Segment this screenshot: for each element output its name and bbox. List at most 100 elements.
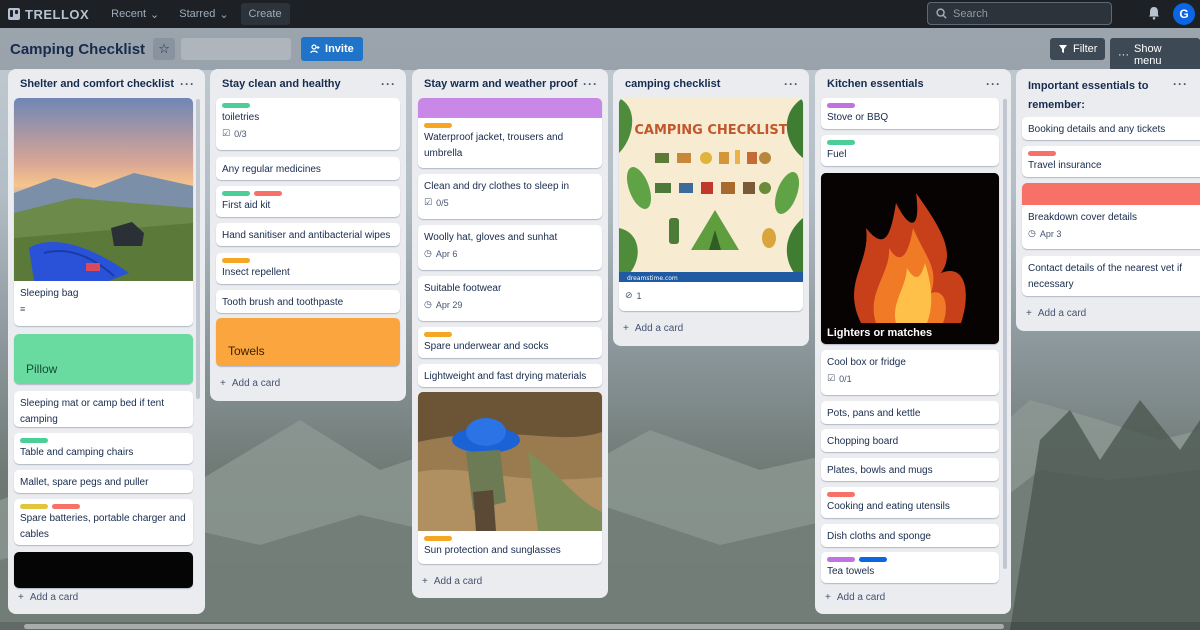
- card-lighters[interactable]: Lighters or matches: [821, 173, 999, 344]
- card-vet[interactable]: Contact details of the nearest vet if ne…: [1022, 256, 1200, 296]
- scrollbar-thumb[interactable]: [24, 624, 1004, 629]
- list-title[interactable]: Shelter and comfort checklist: [20, 78, 174, 90]
- card-camping-poster[interactable]: CAMPING CHECKLIST dreamstime.com ⊘ 1: [619, 98, 803, 311]
- card-title: Breakdown cover details: [1028, 212, 1137, 223]
- card-pillow[interactable]: Pillow: [14, 334, 193, 384]
- add-card-label: Add a card: [836, 592, 886, 603]
- card-tea-towels[interactable]: Tea towels: [821, 552, 999, 583]
- nav-recent-label: Recent: [111, 8, 147, 20]
- card-insect[interactable]: Insect repellent: [216, 253, 400, 284]
- label-green[interactable]: [20, 438, 48, 443]
- card-labels: [216, 253, 400, 263]
- plus-icon: +: [422, 576, 428, 587]
- create-button[interactable]: Create: [240, 3, 290, 25]
- card-chairs[interactable]: Table and camping chairs: [14, 433, 193, 464]
- list-title[interactable]: Stay clean and healthy: [222, 78, 341, 90]
- label-yellow[interactable]: [20, 504, 48, 509]
- list-menu-icon[interactable]: ···: [381, 77, 396, 91]
- filter-button[interactable]: Filter: [1050, 38, 1106, 60]
- card-dish[interactable]: Dish cloths and sponge: [821, 524, 999, 547]
- add-card-button[interactable]: + Add a card: [18, 592, 78, 603]
- sleeping-bag-photo: [14, 98, 193, 281]
- card-insurance[interactable]: Travel insurance: [1022, 146, 1200, 177]
- card-woolly-hat[interactable]: Woolly hat, gloves and sunhat ◷ Apr 6: [418, 225, 602, 270]
- add-card-button[interactable]: + Add a card: [220, 378, 280, 389]
- list-title[interactable]: Stay warm and weather proof: [424, 78, 577, 90]
- notifications-bell-icon[interactable]: [1148, 6, 1160, 20]
- card-sleeping-bag[interactable]: Sleeping bag ≡: [14, 98, 193, 326]
- card-meta: ≡: [14, 302, 193, 314]
- card-toothbrush[interactable]: Tooth brush and toothpaste: [216, 290, 400, 313]
- label-green[interactable]: [222, 103, 250, 108]
- checklist-icon: ☑: [827, 373, 836, 383]
- card-towels[interactable]: Towels: [216, 318, 400, 366]
- label-orange[interactable]: [222, 258, 250, 263]
- label-red[interactable]: [254, 191, 282, 196]
- label-red[interactable]: [827, 492, 855, 497]
- card-black-cover[interactable]: [14, 552, 193, 588]
- attachment-count: 1: [636, 290, 642, 301]
- card-first-aid[interactable]: First aid kit: [216, 186, 400, 217]
- card-title: Booking details and any tickets: [1028, 124, 1166, 135]
- label-orange[interactable]: [424, 536, 452, 541]
- user-avatar[interactable]: G: [1173, 3, 1195, 25]
- show-menu-button[interactable]: ··· Show menu: [1110, 38, 1200, 72]
- list-scrollbar[interactable]: [1003, 99, 1007, 569]
- label-red[interactable]: [1028, 151, 1056, 156]
- card-mallet[interactable]: Mallet, spare pegs and puller: [14, 470, 193, 493]
- nav-recent-menu[interactable]: Recent ⌄: [103, 3, 167, 26]
- app-logo[interactable]: TRELLOX: [8, 7, 89, 22]
- label-purple[interactable]: [827, 103, 855, 108]
- add-card-button[interactable]: + Add a card: [825, 592, 885, 603]
- card-fuel[interactable]: Fuel: [821, 135, 999, 166]
- card-title: Cooking and eating utensils: [827, 501, 950, 512]
- list-header: Important essentials to remember: ···: [1016, 69, 1200, 117]
- card-pots[interactable]: Pots, pans and kettle: [821, 401, 999, 424]
- card-breakdown[interactable]: Breakdown cover details ◷ Apr 3: [1022, 183, 1200, 249]
- card-stove[interactable]: Stove or BBQ: [821, 98, 999, 129]
- label-red[interactable]: [52, 504, 80, 509]
- card-plates[interactable]: Plates, bowls and mugs: [821, 458, 999, 481]
- add-card-button[interactable]: + Add a card: [422, 576, 482, 587]
- card-sleeping-mat[interactable]: Sleeping mat or camp bed if tent camping: [14, 391, 193, 427]
- card-clean-clothes[interactable]: Clean and dry clothes to sleep in ☑ 0/5: [418, 174, 602, 219]
- card-footwear[interactable]: Suitable footwear ◷ Apr 29: [418, 276, 602, 321]
- nav-starred-menu[interactable]: Starred ⌄: [171, 3, 236, 26]
- search-input[interactable]: Search: [927, 2, 1112, 25]
- label-blue[interactable]: [859, 557, 887, 562]
- list-menu-icon[interactable]: ···: [986, 77, 1001, 91]
- card-purple-cover[interactable]: Waterproof jacket, trousers and umbrella: [418, 98, 602, 168]
- card-underwear[interactable]: Spare underwear and socks: [418, 327, 602, 358]
- label-purple[interactable]: [827, 557, 855, 562]
- list-title[interactable]: camping checklist: [625, 78, 720, 90]
- card-sanitiser[interactable]: Hand sanitiser and antibacterial wipes: [216, 223, 400, 246]
- label-orange[interactable]: [424, 332, 452, 337]
- card-cooking[interactable]: Cooking and eating utensils: [821, 487, 999, 518]
- board-horizontal-scrollbar[interactable]: [0, 622, 1200, 630]
- card-batteries[interactable]: Spare batteries, portable charger and ca…: [14, 499, 193, 545]
- label-green[interactable]: [222, 191, 250, 196]
- list-scrollbar[interactable]: [196, 99, 200, 399]
- board-title[interactable]: Camping Checklist: [10, 41, 145, 58]
- add-card-button[interactable]: + Add a card: [623, 323, 683, 334]
- card-toiletries[interactable]: toiletries ☑ 0/3: [216, 98, 400, 150]
- card-medicines[interactable]: Any regular medicines: [216, 157, 400, 180]
- card-coolbox[interactable]: Cool box or fridge ☑ 0/1: [821, 350, 999, 395]
- star-board-icon[interactable]: ☆: [153, 38, 176, 60]
- card-sun-protection[interactable]: Sun protection and sunglasses: [418, 392, 602, 564]
- label-orange[interactable]: [424, 123, 452, 128]
- list-menu-icon[interactable]: ···: [180, 77, 195, 91]
- card-title: Stove or BBQ: [827, 112, 889, 123]
- list-menu-icon[interactable]: ···: [784, 77, 799, 91]
- card-chopping[interactable]: Chopping board: [821, 429, 999, 452]
- card-lightweight[interactable]: Lightweight and fast drying materials: [418, 364, 602, 387]
- list-title[interactable]: Kitchen essentials: [827, 78, 924, 90]
- list-menu-icon[interactable]: ···: [583, 77, 598, 91]
- list-menu-icon[interactable]: ···: [1173, 77, 1188, 91]
- list-header: Kitchen essentials ···: [815, 69, 1011, 99]
- label-green[interactable]: [827, 140, 855, 145]
- invite-button[interactable]: Invite: [301, 37, 363, 61]
- card-booking[interactable]: Booking details and any tickets: [1022, 117, 1200, 140]
- add-card-button[interactable]: + Add a card: [1026, 308, 1086, 319]
- list-title[interactable]: Important essentials to remember:: [1028, 77, 1168, 115]
